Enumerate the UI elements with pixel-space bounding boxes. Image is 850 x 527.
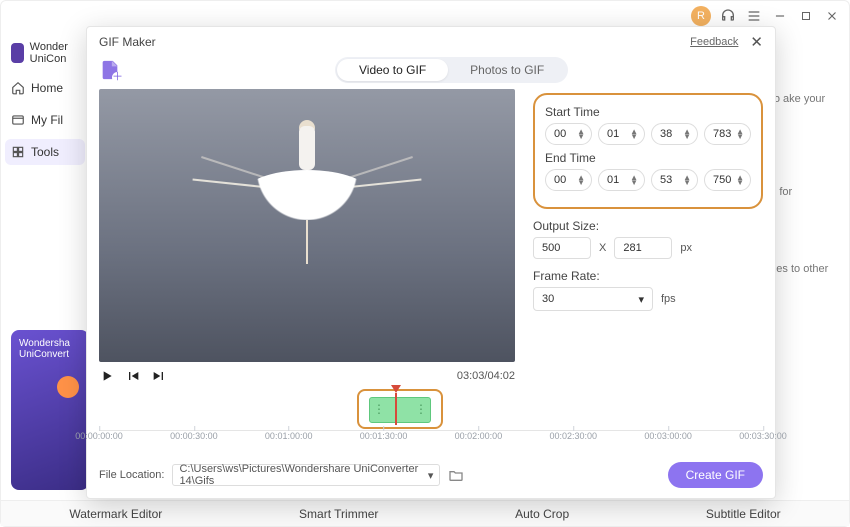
tools-row: Watermark Editor Smart Trimmer Auto Crop… <box>1 500 849 526</box>
sidebar-item-tools[interactable]: Tools <box>5 139 85 165</box>
chevron-down-icon: ▾ <box>428 469 434 482</box>
player-controls: 03:03/04:02 <box>99 362 515 390</box>
timeline-ruler: 00:00:00:0000:00:30:0000:01:00:0000:01:3… <box>99 430 763 450</box>
output-width-input[interactable]: 500 <box>533 237 591 259</box>
start-hh-stepper[interactable]: 00▲▼ <box>545 123 592 145</box>
segmented-row: ＋ Video to GIF Photos to GIF <box>87 57 775 89</box>
gif-maker-modal: GIF Maker Feedback ✕ ＋ Video to GIF Phot… <box>86 26 776 499</box>
modal-close-icon[interactable]: ✕ <box>750 33 763 51</box>
sidebar-item-home[interactable]: Home <box>5 75 85 101</box>
chevron-down-icon: ▾ <box>638 293 644 306</box>
framerate-row: 30 ▾ fps <box>533 287 763 311</box>
app-brand-text: Wonder UniCon <box>30 41 79 65</box>
modal-header: GIF Maker Feedback ✕ <box>87 27 775 57</box>
tool-link[interactable]: Subtitle Editor <box>706 507 781 521</box>
timeline: 00:00:00:0000:00:30:0000:01:00:0000:01:3… <box>87 390 775 456</box>
open-folder-icon[interactable] <box>448 467 464 483</box>
menu-icon[interactable] <box>745 7 763 25</box>
feedback-link[interactable]: Feedback <box>690 36 738 48</box>
output-size-label: Output Size: <box>533 219 763 233</box>
add-file-icon[interactable]: ＋ <box>99 59 121 81</box>
headset-icon[interactable] <box>719 7 737 25</box>
video-column: 03:03/04:02 <box>99 89 515 390</box>
end-time-label: End Time <box>545 151 751 165</box>
work-area: 03:03/04:02 Start Time 00▲▼ 01▲▼ 38▲▼ 78… <box>87 89 775 390</box>
tool-link[interactable]: Watermark Editor <box>69 507 162 521</box>
sidebar-item-label: My Fil <box>31 113 63 127</box>
maximize-icon[interactable] <box>797 7 815 25</box>
promo-card[interactable]: Wondersha UniConvert <box>11 330 89 490</box>
sidebar-item-label: Tools <box>31 145 59 159</box>
tab-photos-to-gif[interactable]: Photos to GIF <box>448 59 566 81</box>
player-time: 03:03/04:02 <box>457 370 515 382</box>
timeline-playhead-line <box>395 393 397 425</box>
home-icon <box>11 81 25 95</box>
avatar[interactable]: R <box>691 6 711 26</box>
framerate-select[interactable]: 30 ▾ <box>533 287 653 311</box>
files-icon <box>11 113 25 127</box>
minimize-icon[interactable] <box>771 7 789 25</box>
timeline-track[interactable] <box>99 392 763 428</box>
timeline-tick: 00:00:00:00 <box>75 431 123 441</box>
next-frame-icon[interactable] <box>151 368 167 384</box>
file-location-label: File Location: <box>99 469 164 481</box>
timeline-tick: 00:03:00:00 <box>644 431 692 441</box>
create-gif-button[interactable]: Create GIF <box>668 462 763 488</box>
end-ss-stepper[interactable]: 53▲▼ <box>651 169 698 191</box>
sidebar-item-files[interactable]: My Fil <box>5 107 85 133</box>
app-logo: Wonder UniCon <box>5 37 85 69</box>
timeline-tick: 00:03:30:00 <box>739 431 787 441</box>
close-icon[interactable] <box>823 7 841 25</box>
tool-link[interactable]: Smart Trimmer <box>299 507 378 521</box>
settings-column: Start Time 00▲▼ 01▲▼ 38▲▼ 783▲▼ End Time… <box>533 89 763 390</box>
start-ms-stepper[interactable]: 783▲▼ <box>704 123 751 145</box>
timeline-tick: 00:02:30:00 <box>550 431 598 441</box>
fps-label: fps <box>661 293 676 305</box>
modal-footer: File Location: C:\Users\ws\Pictures\Wond… <box>87 456 775 498</box>
end-ms-stepper[interactable]: 750▲▼ <box>704 169 751 191</box>
mode-segmented: Video to GIF Photos to GIF <box>335 57 568 83</box>
timeline-tick: 00:01:00:00 <box>265 431 313 441</box>
px-label: px <box>680 242 692 254</box>
start-mm-stepper[interactable]: 01▲▼ <box>598 123 645 145</box>
start-time-row: 00▲▼ 01▲▼ 38▲▼ 783▲▼ <box>545 123 751 145</box>
framerate-label: Frame Rate: <box>533 269 763 283</box>
tool-link[interactable]: Auto Crop <box>515 507 569 521</box>
timeline-selection[interactable] <box>369 397 431 423</box>
x-label: X <box>599 242 606 254</box>
sidebar-item-label: Home <box>31 81 63 95</box>
play-icon[interactable] <box>99 368 115 384</box>
start-ss-stepper[interactable]: 38▲▼ <box>651 123 698 145</box>
output-height-input[interactable]: 281 <box>614 237 672 259</box>
timeline-tick: 00:02:00:00 <box>455 431 503 441</box>
end-mm-stepper[interactable]: 01▲▼ <box>598 169 645 191</box>
time-range-box: Start Time 00▲▼ 01▲▼ 38▲▼ 783▲▼ End Time… <box>533 93 763 209</box>
video-frame-art <box>242 176 372 264</box>
promo-line: UniConvert <box>19 349 81 360</box>
timeline-tick: 00:00:30:00 <box>170 431 218 441</box>
app-logo-mark <box>11 43 24 63</box>
prev-frame-icon[interactable] <box>125 368 141 384</box>
file-location-select[interactable]: C:\Users\ws\Pictures\Wondershare UniConv… <box>172 464 440 486</box>
file-location-path: C:\Users\ws\Pictures\Wondershare UniConv… <box>179 463 427 487</box>
output-size-row: 500 X 281 px <box>533 237 763 259</box>
timeline-tick: 00:01:30:00 <box>360 431 408 441</box>
end-time-row: 00▲▼ 01▲▼ 53▲▼ 750▲▼ <box>545 169 751 191</box>
tab-video-to-gif[interactable]: Video to GIF <box>337 59 448 81</box>
start-time-label: Start Time <box>545 105 751 119</box>
promo-line: Wondersha <box>19 338 81 349</box>
video-preview[interactable] <box>99 89 515 362</box>
tools-icon <box>11 145 25 159</box>
timeline-playhead-handle[interactable] <box>391 385 401 393</box>
modal-title: GIF Maker <box>99 35 156 49</box>
promo-dot <box>57 376 79 398</box>
end-hh-stepper[interactable]: 00▲▼ <box>545 169 592 191</box>
